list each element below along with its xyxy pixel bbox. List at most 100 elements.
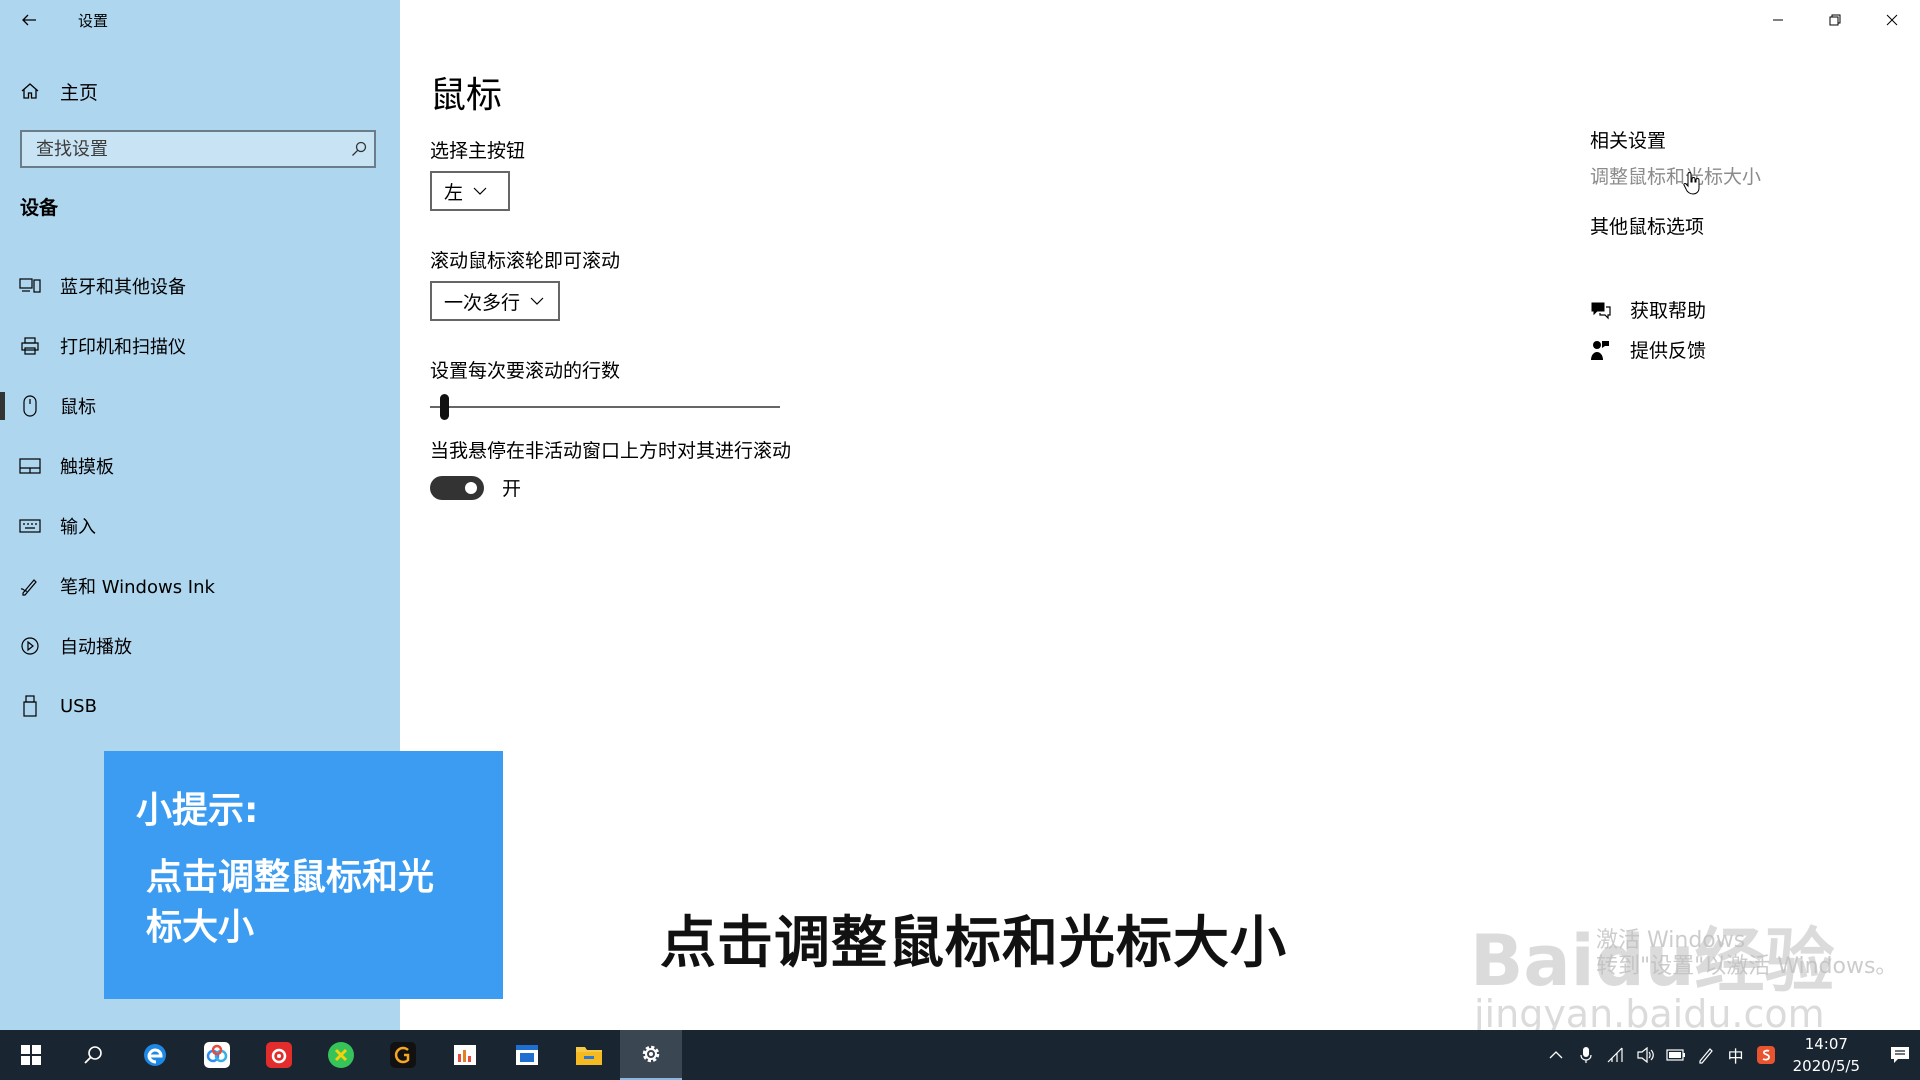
search-input[interactable] (22, 137, 344, 161)
autoplay-icon (18, 636, 42, 656)
help-chat-icon (1590, 300, 1612, 320)
search-icon[interactable] (344, 141, 374, 157)
get-help-label: 获取帮助 (1630, 300, 1707, 322)
minimize-button[interactable] (1749, 0, 1806, 40)
sidebar-item-autoplay[interactable]: 自动播放 (0, 616, 400, 676)
lines-label: 设置每次要滚动的行数 (430, 360, 621, 382)
mouse-icon (18, 395, 42, 417)
g-app-icon (390, 1042, 416, 1068)
notification-icon (1891, 1047, 1909, 1063)
taskbar: 中 14:07 2020/5/5 (0, 1030, 1920, 1080)
taskbar-baidu-netdisk[interactable] (186, 1030, 248, 1080)
sogou-input-icon[interactable] (1751, 1045, 1781, 1065)
windows-logo-icon (21, 1045, 41, 1065)
get-help-link[interactable]: 获取帮助 (1590, 296, 1706, 323)
sidebar-item-mouse[interactable]: 鼠标 (0, 376, 400, 436)
close-button[interactable] (1863, 0, 1920, 40)
taskbar-presentation-app[interactable] (434, 1030, 496, 1080)
toggle-knob (465, 481, 477, 494)
sidebar-item-label: 蓝牙和其他设备 (60, 277, 186, 298)
taskbar-app-g[interactable] (372, 1030, 434, 1080)
pen-workspace-icon[interactable] (1691, 1046, 1721, 1064)
start-button[interactable] (0, 1030, 62, 1080)
taskbar-search-button[interactable] (62, 1030, 124, 1080)
search-box[interactable] (20, 130, 376, 168)
keyboard-icon (18, 519, 42, 533)
scroll-dropdown[interactable]: 一次多行 (430, 281, 560, 321)
tip-title: 小提示: (136, 790, 259, 831)
sidebar-item-bluetooth[interactable]: 蓝牙和其他设备 (0, 256, 400, 316)
sidebar-item-touchpad[interactable]: 触摸板 (0, 436, 400, 496)
inactive-scroll-toggle[interactable] (430, 475, 484, 500)
hand-cursor-icon (1683, 172, 1700, 195)
tip-box: 小提示: 点击调整鼠标和光标大小 (104, 751, 503, 999)
inactive-scroll-label: 当我悬停在非活动窗口上方时对其进行滚动 (430, 440, 792, 462)
printer-icon (18, 336, 42, 356)
sidebar-home[interactable]: 主页 (20, 72, 98, 110)
search-icon (84, 1046, 102, 1064)
usb-icon (18, 695, 42, 717)
restore-icon (1829, 14, 1840, 26)
ime-indicator[interactable]: 中 (1721, 1043, 1751, 1067)
scroll-label: 滚动鼠标滚轮即可滚动 (430, 250, 621, 272)
taskbar-edge[interactable] (124, 1030, 186, 1080)
primary-button-dropdown[interactable]: 左 (430, 171, 510, 211)
slider-track (430, 406, 780, 408)
taskbar-file-explorer[interactable] (558, 1030, 620, 1080)
green-app-icon (328, 1042, 354, 1068)
chevron-down-icon (530, 297, 544, 305)
window-controls (1749, 0, 1920, 40)
give-feedback-link[interactable]: 提供反馈 (1590, 336, 1706, 363)
presentation-app-icon (454, 1045, 476, 1065)
cloud-app-icon (204, 1042, 230, 1068)
baidu-watermark: Baidu经验 (1470, 920, 1835, 1002)
microphone-icon[interactable] (1571, 1046, 1601, 1064)
taskbar-window-app[interactable] (496, 1030, 558, 1080)
battery-icon[interactable] (1661, 1049, 1691, 1061)
chevron-up-icon[interactable] (1541, 1051, 1571, 1059)
feedback-icon (1590, 339, 1612, 361)
sidebar-nav: 蓝牙和其他设备 打印机和扫描仪 鼠标 触摸板 输入 笔和 Windows Ink… (0, 256, 400, 736)
lines-slider[interactable] (430, 394, 780, 420)
sidebar-item-label: 笔和 Windows Ink (60, 577, 215, 598)
action-center-button[interactable] (1880, 1046, 1920, 1064)
home-label: 主页 (60, 81, 99, 104)
chevron-down-icon (473, 187, 487, 195)
back-arrow-icon (22, 14, 36, 26)
primary-button-label: 选择主按钮 (430, 140, 526, 162)
back-button[interactable] (0, 0, 58, 40)
wifi-icon[interactable] (1601, 1047, 1631, 1063)
video-subtitle: 点击调整鼠标和光标大小 (660, 911, 1287, 976)
sidebar-item-label: USB (60, 695, 97, 717)
primary-button-value: 左 (444, 181, 464, 204)
taskbar-qq-music[interactable] (310, 1030, 372, 1080)
volume-icon[interactable] (1631, 1047, 1661, 1063)
scroll-value: 一次多行 (444, 291, 521, 314)
gear-icon (642, 1045, 660, 1063)
sidebar-item-label: 鼠标 (60, 397, 96, 418)
sidebar-item-pen[interactable]: 笔和 Windows Ink (0, 556, 400, 616)
minimize-icon (1772, 19, 1783, 21)
title-bar: 设置 (0, 0, 400, 40)
clock-time: 14:07 (1804, 1035, 1848, 1053)
page-title: 鼠标 (430, 75, 503, 116)
taskbar-settings[interactable] (620, 1030, 682, 1080)
inactive-scroll-row: 开 (430, 474, 521, 501)
sidebar-item-label: 自动播放 (60, 637, 132, 658)
taskbar-clock[interactable]: 14:07 2020/5/5 (1793, 1033, 1860, 1077)
sidebar-item-usb[interactable]: USB (0, 676, 400, 736)
pen-icon (18, 576, 42, 596)
toggle-state-label: 开 (502, 478, 522, 500)
close-icon (1886, 14, 1897, 26)
system-tray: 中 14:07 2020/5/5 (1541, 1030, 1920, 1080)
sidebar-item-label: 打印机和扫描仪 (60, 337, 186, 358)
sidebar-item-typing[interactable]: 输入 (0, 496, 400, 556)
touchpad-icon (18, 457, 42, 475)
restore-button[interactable] (1806, 0, 1863, 40)
sidebar-item-printers[interactable]: 打印机和扫描仪 (0, 316, 400, 376)
taskbar-netease-music[interactable] (248, 1030, 310, 1080)
adjust-cursor-size-link[interactable]: 调整鼠标和光标大小 (1590, 162, 1761, 189)
other-mouse-options-link[interactable]: 其他鼠标选项 (1590, 212, 1704, 239)
home-icon (20, 81, 42, 101)
slider-thumb[interactable] (440, 394, 450, 420)
